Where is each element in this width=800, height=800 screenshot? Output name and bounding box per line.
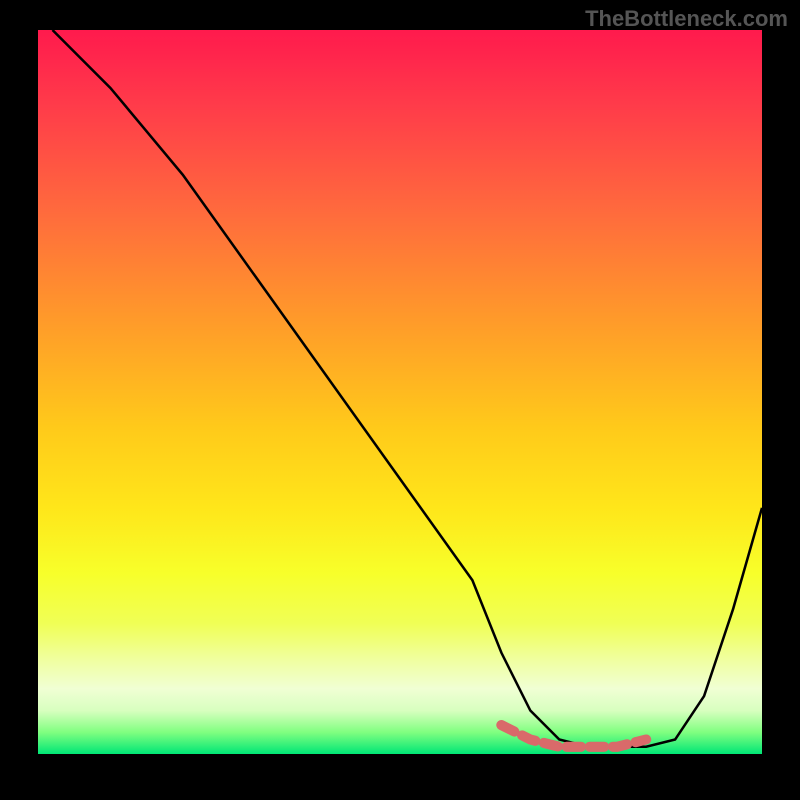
curve-line (52, 30, 762, 747)
highlight-segment (501, 725, 646, 747)
chart-svg (38, 30, 762, 754)
chart-plot-area (38, 30, 762, 754)
watermark-text: TheBottleneck.com (585, 6, 788, 32)
